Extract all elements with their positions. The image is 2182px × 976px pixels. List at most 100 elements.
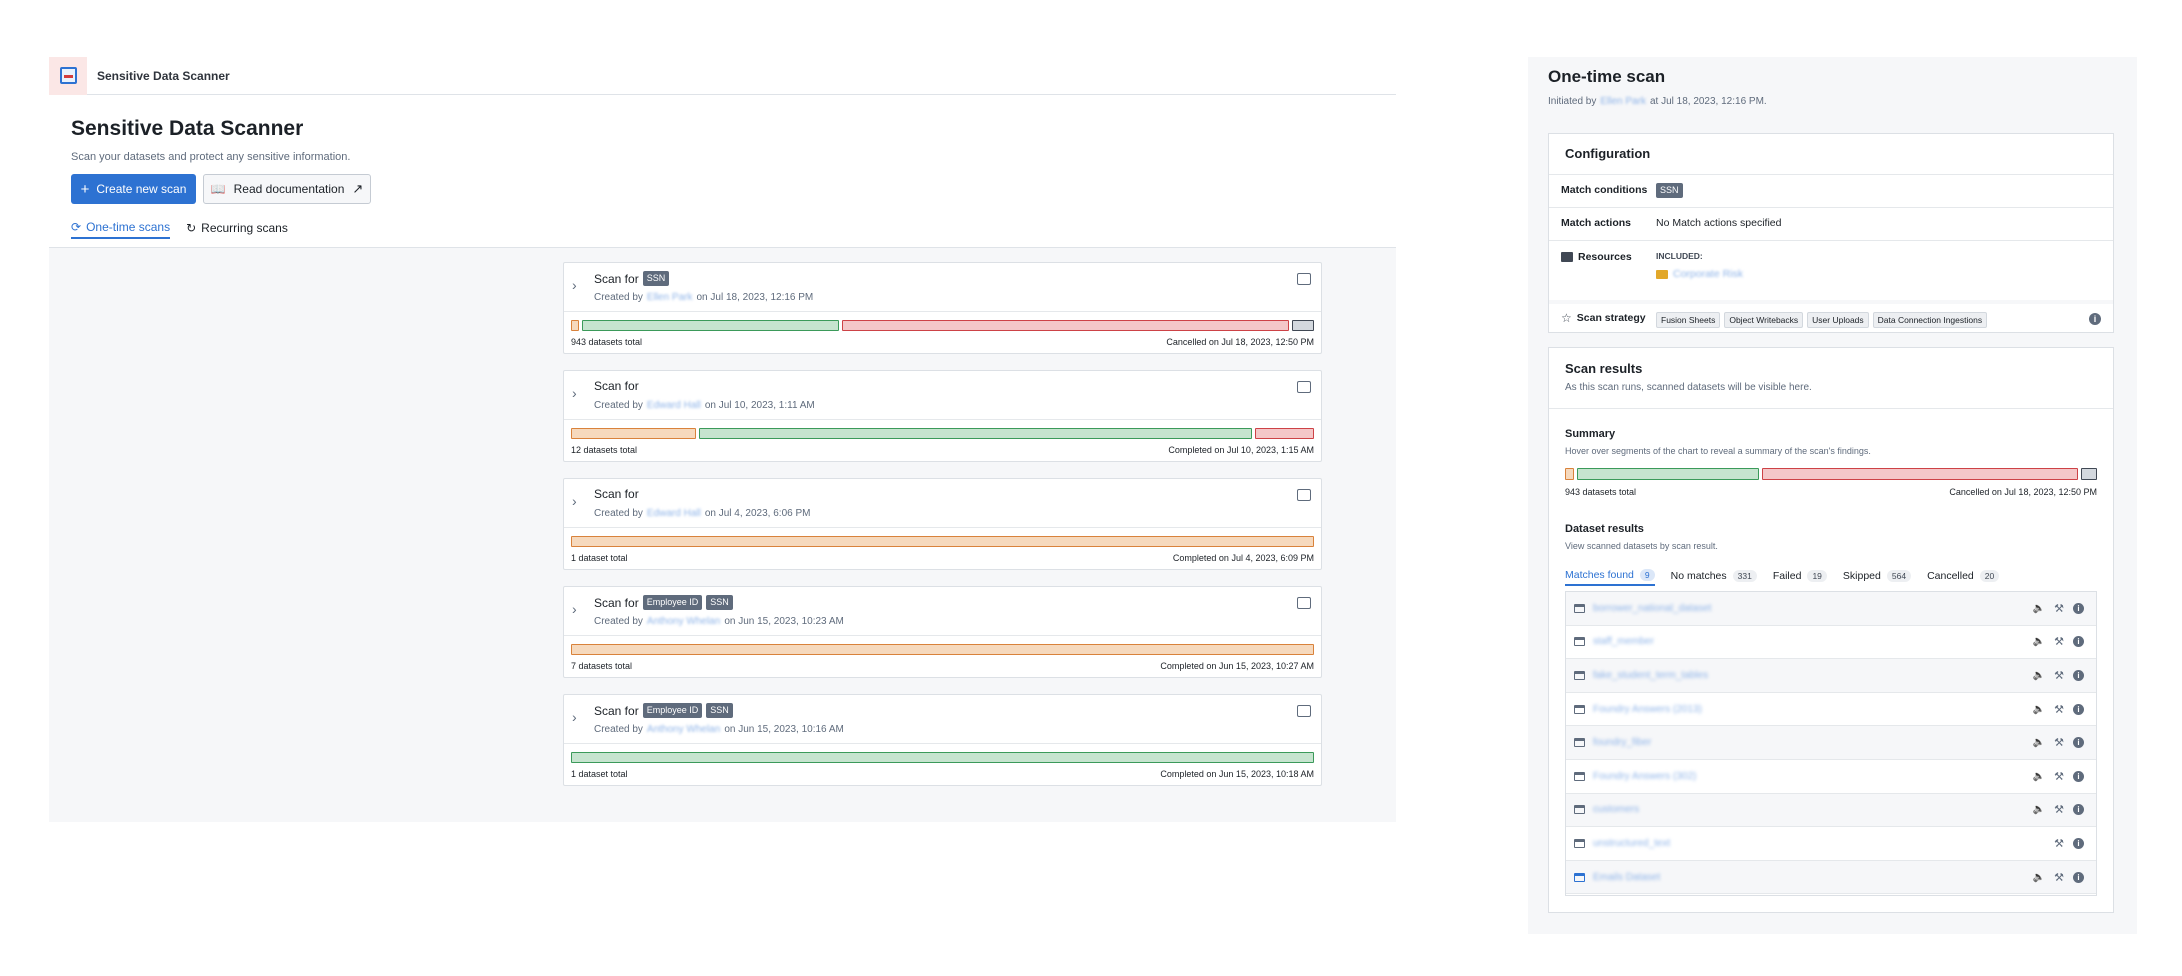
result-bar[interactable] bbox=[571, 752, 1314, 763]
tab-failed[interactable]: Failed 19 bbox=[1773, 566, 1827, 586]
notify-icon[interactable]: 🔈 bbox=[2033, 670, 2045, 681]
chevron-right-icon[interactable]: › bbox=[572, 277, 577, 293]
bar-segment-nomatch[interactable] bbox=[699, 428, 1253, 439]
notify-icon[interactable]: 🔈 bbox=[2033, 737, 2045, 748]
summary-segment-nomatch[interactable] bbox=[1576, 468, 1759, 480]
dataset-name[interactable]: customers bbox=[1593, 804, 1639, 815]
tab-label: Recurring scans bbox=[201, 221, 288, 235]
bar-segment-failed[interactable] bbox=[1255, 428, 1314, 439]
initiated-user[interactable]: Ellen Park bbox=[1600, 96, 1646, 107]
dataset-row[interactable]: Foundry Answers (302) 🔈 ⚒ i bbox=[1566, 760, 2096, 794]
created-user[interactable]: Anthony Whelan bbox=[647, 724, 720, 735]
dataset-row[interactable]: customers 🔈 ⚒ i bbox=[1566, 793, 2096, 828]
notify-icon[interactable]: 🔈 bbox=[2033, 704, 2045, 715]
hammer-icon[interactable]: ⚒ bbox=[2054, 736, 2064, 749]
info-icon[interactable]: i bbox=[2073, 871, 2084, 883]
info-icon[interactable]: i bbox=[2073, 770, 2084, 782]
notify-icon[interactable]: 🔈 bbox=[2033, 603, 2045, 614]
strategy-info-icon[interactable]: i bbox=[2089, 313, 2101, 325]
notify-icon[interactable]: 🔈 bbox=[2033, 636, 2045, 647]
dataset-row[interactable]: fake_student_term_tables 🔈 ⚒ i bbox=[1566, 659, 2096, 693]
bar-segment-matches[interactable] bbox=[571, 428, 697, 439]
tab-matches-found[interactable]: Matches found 9 bbox=[1565, 566, 1655, 586]
tab-recurring-scans[interactable]: ↻ Recurring scans bbox=[186, 217, 288, 239]
comment-icon[interactable] bbox=[1297, 273, 1311, 285]
dataset-name[interactable]: Foundry Answers (2013) bbox=[1593, 704, 1702, 715]
scan-card[interactable]: › Scan for Created by Edward Hall on Jul 4, … bbox=[563, 478, 1322, 570]
hammer-icon[interactable]: ⚒ bbox=[2054, 871, 2064, 884]
result-bar[interactable] bbox=[571, 536, 1314, 547]
tab-no-matches[interactable]: No matches 331 bbox=[1671, 566, 1757, 586]
bar-segment-matches[interactable] bbox=[571, 536, 1314, 547]
dataset-row[interactable]: Foundry Answers (2013) 🔈 ⚒ i bbox=[1566, 693, 2096, 727]
result-bar[interactable] bbox=[571, 320, 1315, 331]
dataset-row[interactable]: borrower_national_dataset 🔈 ⚒ i bbox=[1566, 592, 2096, 626]
scan-card[interactable]: › Scan for SSN Created by Ellen Park on Jul 1… bbox=[563, 262, 1322, 354]
dataset-name[interactable]: Foundry Answers (302) bbox=[1593, 771, 1696, 782]
hammer-icon[interactable]: ⚒ bbox=[2054, 703, 2064, 716]
created-user[interactable]: Edward Hall bbox=[647, 400, 701, 411]
info-icon[interactable]: i bbox=[2073, 669, 2084, 681]
chevron-right-icon[interactable]: › bbox=[572, 493, 577, 509]
detail-title: One-time scan bbox=[1548, 67, 1666, 86]
created-user[interactable]: Anthony Whelan bbox=[647, 616, 720, 627]
result-bar[interactable] bbox=[571, 428, 1314, 439]
dataset-name[interactable]: foundry_fiber bbox=[1593, 737, 1651, 748]
resource-name[interactable]: Corporate Risk bbox=[1673, 268, 1743, 280]
tab-skipped[interactable]: Skipped 564 bbox=[1843, 566, 1912, 586]
hammer-icon[interactable]: ⚒ bbox=[2054, 837, 2064, 850]
notify-icon[interactable]: 🔈 bbox=[2033, 771, 2045, 782]
comment-icon[interactable] bbox=[1297, 381, 1311, 393]
bar-segment-nomatch[interactable] bbox=[582, 320, 839, 331]
notify-icon[interactable]: 🔈 bbox=[2033, 872, 2045, 883]
hammer-icon[interactable]: ⚒ bbox=[2054, 803, 2064, 816]
tab-cancelled[interactable]: Cancelled 20 bbox=[1927, 566, 2000, 586]
hammer-icon[interactable]: ⚒ bbox=[2054, 602, 2064, 615]
scan-card[interactable]: › Scan for Created by Edward Hall on Jul 10,… bbox=[563, 370, 1322, 462]
dataset-row[interactable]: foundry_fiber 🔈 ⚒ i bbox=[1566, 726, 2096, 760]
created-user[interactable]: Ellen Park bbox=[647, 292, 693, 303]
bar-segment-failed[interactable] bbox=[841, 320, 1290, 331]
bar-segment-matches[interactable] bbox=[571, 644, 1314, 655]
dataset-row[interactable]: Emails Dataset 🔈 ⚒ i bbox=[1566, 860, 2096, 895]
bar-segment-skipped[interactable] bbox=[1292, 320, 1315, 331]
dataset-name[interactable]: Emails Dataset bbox=[1593, 872, 1660, 883]
comment-icon[interactable] bbox=[1297, 705, 1311, 717]
scan-card[interactable]: › Scan for Employee ID SSN Created by Anthony… bbox=[563, 694, 1322, 786]
comment-icon[interactable] bbox=[1297, 489, 1311, 501]
dataset-row[interactable]: unstructured_text ⚒ i bbox=[1566, 827, 2096, 861]
notify-icon[interactable]: 🔈 bbox=[2033, 804, 2045, 815]
create-new-scan-button[interactable]: + Create new scan bbox=[71, 174, 196, 204]
info-icon[interactable]: i bbox=[2073, 636, 2084, 648]
tab-one-time-scans[interactable]: ⟳ One-time scans bbox=[71, 217, 171, 239]
info-icon[interactable]: i bbox=[2073, 703, 2084, 715]
info-icon[interactable]: i bbox=[2073, 602, 2084, 614]
created-user[interactable]: Edward Hall bbox=[647, 508, 701, 519]
dataset-name[interactable]: unstructured_text bbox=[1593, 838, 1670, 849]
hammer-icon[interactable]: ⚒ bbox=[2054, 770, 2064, 783]
dataset-name[interactable]: borrower_national_dataset bbox=[1593, 603, 1711, 614]
chevron-right-icon[interactable]: › bbox=[572, 601, 577, 617]
bar-segment-matches[interactable] bbox=[571, 320, 579, 331]
read-documentation-button[interactable]: 📖 Read documentation ↗ bbox=[203, 174, 371, 204]
resource-item[interactable]: Corporate Risk bbox=[1656, 268, 1743, 280]
info-icon[interactable]: i bbox=[2073, 804, 2084, 816]
chevron-right-icon[interactable]: › bbox=[572, 709, 577, 725]
summary-segment-matches[interactable] bbox=[1565, 468, 1574, 480]
comment-icon[interactable] bbox=[1297, 597, 1311, 609]
dataset-name[interactable]: staff_member bbox=[1593, 636, 1654, 647]
scan-card[interactable]: › Scan for Employee ID SSN Created by Anthony… bbox=[563, 586, 1322, 678]
dataset-row[interactable]: staff_member 🔈 ⚒ i bbox=[1566, 626, 2096, 660]
dataset-name[interactable]: fake_student_term_tables bbox=[1593, 670, 1708, 681]
info-icon[interactable]: i bbox=[2073, 737, 2084, 749]
bar-segment-nomatch[interactable] bbox=[571, 752, 1314, 763]
summary-segment-skipped[interactable] bbox=[2081, 468, 2097, 480]
hammer-icon[interactable]: ⚒ bbox=[2054, 669, 2064, 682]
created-date: on Jul 10, 2023, 1:11 AM bbox=[704, 400, 815, 411]
info-icon[interactable]: i bbox=[2073, 837, 2084, 849]
result-bar[interactable] bbox=[571, 644, 1314, 655]
hammer-icon[interactable]: ⚒ bbox=[2054, 635, 2064, 648]
summary-bar[interactable] bbox=[1565, 468, 2097, 480]
chevron-right-icon[interactable]: › bbox=[572, 385, 577, 401]
summary-segment-failed[interactable] bbox=[1761, 468, 2079, 480]
